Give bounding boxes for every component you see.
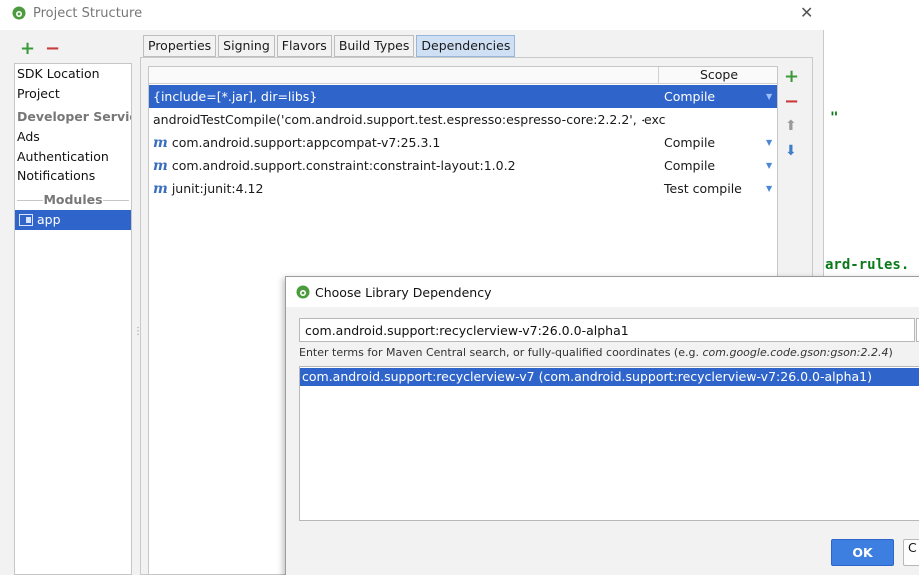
maven-library-icon: m [153, 135, 168, 151]
tab-bar: Properties Signing Flavors Build Types D… [143, 35, 517, 57]
sidebar-item-notifications[interactable]: Notifications [17, 166, 95, 186]
move-down-icon[interactable]: ⬇ [785, 143, 797, 159]
tab-properties[interactable]: Properties [143, 35, 217, 57]
sidebar-item-label: app [37, 212, 61, 227]
sidebar-section-developer-services: Developer Servic... [17, 109, 131, 124]
sidebar-section-modules: Modules [15, 192, 131, 208]
sidebar: SDK Location Project Developer Servic...… [14, 63, 132, 575]
module-icon [19, 214, 33, 226]
dropdown-arrow-icon[interactable]: ▼ [766, 131, 772, 154]
android-studio-icon [12, 6, 26, 20]
title-bar: Project Structure ✕ [0, 0, 824, 30]
search-hint: Enter terms for Maven Central search, or… [299, 346, 893, 359]
tab-flavors[interactable]: Flavors [276, 35, 332, 57]
sidebar-item-project[interactable]: Project [17, 84, 60, 104]
dialog-title-bar: Choose Library Dependency [286, 277, 919, 307]
cancel-button[interactable]: C [903, 539, 919, 566]
dependency-name: m com.android.support:appcompat-v7:25.3.1 [153, 135, 441, 151]
dropdown-arrow-icon[interactable]: ▼ [766, 154, 772, 177]
code-fragment: " [830, 110, 839, 126]
tab-dependencies[interactable]: Dependencies [416, 35, 516, 57]
table-row[interactable]: m com.android.support:appcompat-v7:25.3.1… [149, 131, 777, 154]
sidebar-item-ads[interactable]: Ads [17, 127, 40, 147]
tab-signing[interactable]: Signing [218, 35, 275, 57]
hint-example: com.google.code.gson:gson:2.2.4 [702, 346, 889, 359]
remove-dependency-button[interactable]: − [784, 91, 799, 112]
sidebar-item-app[interactable]: app [15, 210, 131, 230]
dropdown-arrow-icon[interactable]: ▼ [766, 177, 772, 200]
table-row[interactable]: m junit:junit:4.12 Test compile ▼ [149, 177, 777, 200]
add-dependency-button[interactable]: + [784, 66, 799, 87]
table-row[interactable]: m com.android.support.constraint:constrai… [149, 154, 777, 177]
search-results-list: com.android.support:recyclerview-v7 (com… [299, 366, 919, 521]
dependency-scope: Compile [664, 89, 716, 104]
maven-library-icon: m [153, 158, 168, 174]
table-row[interactable]: androidTestCompile('com.android.support.… [149, 108, 777, 131]
dependency-scope: Test compile [664, 181, 742, 196]
code-fragment: ard-rules. [825, 257, 910, 273]
table-row[interactable]: {include=[*.jar], dir=libs} Compile ▼ [149, 85, 777, 108]
list-item[interactable]: com.android.support:recyclerview-v7 (com… [300, 368, 919, 386]
dependency-scope: Compile [664, 158, 716, 173]
sidebar-item-sdk-location[interactable]: SDK Location [17, 64, 100, 84]
dependency-overflow-text: exc [644, 108, 666, 131]
dependency-name: {include=[*.jar], dir=libs} [153, 89, 318, 104]
android-studio-icon [296, 285, 310, 299]
remove-module-button[interactable]: − [45, 38, 60, 59]
table-header: Scope [149, 67, 777, 84]
move-up-icon[interactable]: ⬆ [785, 118, 797, 134]
dependency-scope: Compile [664, 135, 716, 150]
dependency-name: m junit:junit:4.12 [153, 181, 264, 197]
window-title: Project Structure [33, 6, 143, 21]
ok-button[interactable]: OK [831, 539, 894, 566]
sidebar-item-authentication[interactable]: Authentication [17, 147, 109, 167]
library-search-input[interactable] [299, 318, 915, 342]
tab-build-types[interactable]: Build Types [333, 35, 415, 57]
close-icon[interactable]: ✕ [800, 3, 813, 22]
scope-column-header[interactable]: Scope [659, 67, 777, 83]
dependency-name: androidTestCompile('com.android.support.… [153, 112, 649, 127]
dialog-title: Choose Library Dependency [315, 285, 492, 300]
add-module-button[interactable]: + [20, 38, 35, 59]
maven-library-icon: m [153, 181, 168, 197]
choose-library-dependency-dialog: Choose Library Dependency Enter terms fo… [285, 276, 919, 575]
dependency-name: m com.android.support.constraint:constrai… [153, 158, 516, 174]
dropdown-arrow-icon[interactable]: ▼ [766, 85, 772, 108]
